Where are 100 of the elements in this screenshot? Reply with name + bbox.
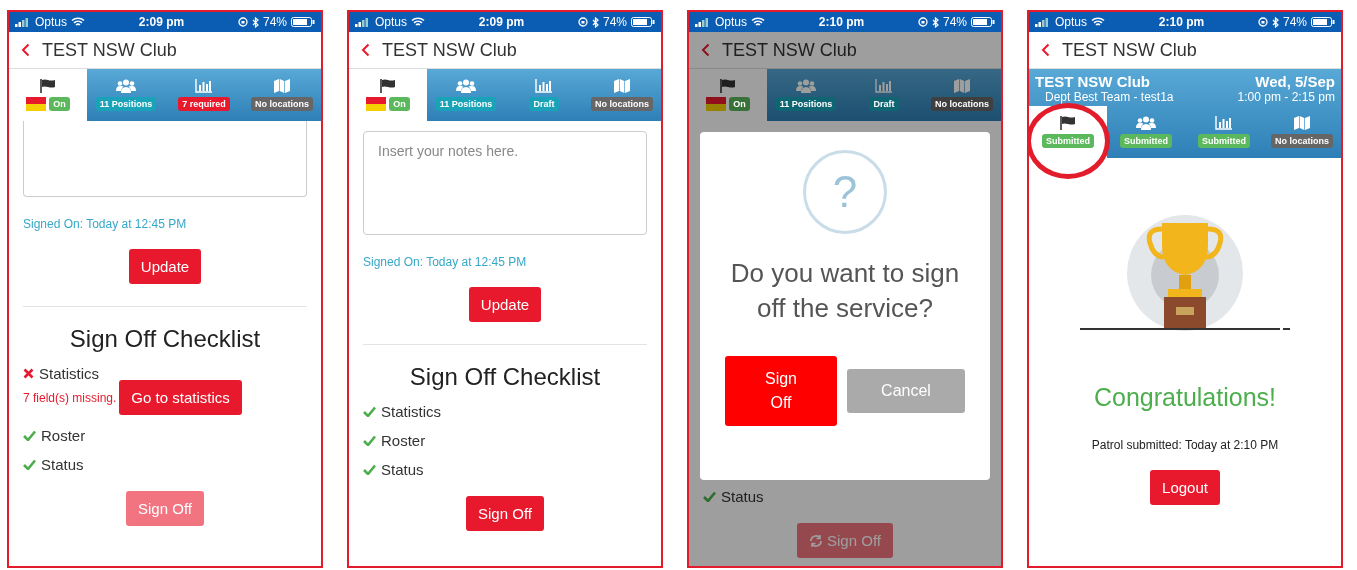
checklist-label: Roster (381, 432, 426, 449)
wifi-icon (1091, 17, 1105, 27)
confirm-button[interactable]: Sign Off (725, 356, 837, 427)
status-badge: No locations (591, 97, 653, 111)
status-badge: On (729, 97, 750, 111)
status-badge: No locations (1271, 134, 1333, 148)
patrol-flag-icon (26, 97, 47, 111)
dialog-message: Do you want to sign off the service? (729, 257, 961, 326)
team-name: Dept Best Team - test1a (1044, 90, 1174, 104)
flag-icon (40, 79, 56, 93)
tab[interactable]: 11 Positions (767, 69, 845, 121)
notes-field[interactable]: Insert your notes here. (363, 131, 647, 235)
patrol-flag-icon (366, 97, 387, 111)
screen-title: TEST NSW Club (722, 39, 857, 61)
battery-icon (631, 17, 655, 27)
checklist-label: Statistics (39, 365, 99, 382)
back-icon[interactable] (701, 43, 710, 57)
flag-icon (1060, 116, 1076, 130)
status-badge: On (389, 97, 410, 111)
tab[interactable]: 7 required (165, 69, 243, 121)
signed-on-text: Signed On: Today at 12:45 PM (23, 217, 188, 231)
battery-percent: 74% (262, 15, 287, 29)
battery-percent: 74% (1282, 15, 1307, 29)
rotation-lock-icon (577, 17, 588, 27)
status-badge: 11 Positions (435, 97, 497, 111)
checklist-label: Roster (41, 427, 86, 444)
battery-percent: 74% (942, 15, 967, 29)
screen-title: TEST NSW Club (382, 39, 517, 61)
tab[interactable]: On (9, 69, 87, 121)
people-icon (796, 79, 816, 93)
status-badge: No locations (931, 97, 993, 111)
club-name: TEST NSW Club (1035, 73, 1150, 90)
carrier-name: Optus (715, 15, 747, 29)
tab[interactable]: No locations (1263, 106, 1341, 158)
map-icon (1294, 116, 1310, 130)
tab[interactable]: No locations (243, 69, 321, 121)
tab[interactable]: Submitted (1107, 106, 1185, 158)
flag-icon (720, 79, 736, 93)
battery-icon (291, 17, 315, 27)
go-to-statistics-button[interactable]: Go to statistics (119, 380, 242, 415)
tab[interactable]: Draft (505, 69, 583, 121)
checklist-label: Status (381, 461, 424, 478)
question-icon: ? (803, 150, 887, 234)
carrier-name: Optus (35, 15, 67, 29)
bluetooth-icon (591, 16, 599, 28)
checklist-label: Statistics (381, 403, 441, 420)
clock-time: 2:09 pm (138, 15, 185, 29)
tab[interactable]: On (349, 69, 427, 121)
section-heading: Sign Off Checklist (68, 325, 262, 353)
map-icon (274, 79, 290, 93)
action-button[interactable]: Logout (1150, 470, 1220, 505)
rotation-lock-icon (1257, 17, 1268, 27)
tab[interactable]: No locations (923, 69, 1001, 121)
action-button[interactable]: Sign Off (466, 496, 544, 531)
signed-on-text: Signed On: Today at 12:45 PM (363, 255, 528, 269)
event-date: Wed, 5/Sep (1255, 73, 1335, 90)
tab[interactable]: 11 Positions (87, 69, 165, 121)
tab[interactable]: Submitted (1185, 106, 1263, 158)
back-icon[interactable] (361, 43, 370, 57)
signal-icon (15, 17, 31, 27)
screen-title: TEST NSW Club (42, 39, 177, 61)
carrier-name: Optus (1055, 15, 1087, 29)
screen-title: TEST NSW Club (1062, 39, 1197, 61)
checklist-label: Status (41, 456, 84, 473)
wifi-icon (751, 17, 765, 27)
clock-time: 2:10 pm (1158, 15, 1205, 29)
map-icon (954, 79, 970, 93)
carrier-name: Optus (375, 15, 407, 29)
status-badge: Draft (529, 97, 559, 111)
tab[interactable]: Draft (845, 69, 923, 121)
wifi-icon (71, 17, 85, 27)
notes-field[interactable] (23, 121, 307, 197)
cancel-button[interactable]: Cancel (847, 369, 965, 414)
status-badge: Submitted (1198, 134, 1250, 148)
rotation-lock-icon (917, 17, 928, 27)
submission-text: Patrol submitted: Today at 2:10 PM (1090, 438, 1280, 452)
wifi-icon (411, 17, 425, 27)
status-badge: Submitted (1120, 134, 1172, 148)
back-icon[interactable] (1041, 43, 1050, 57)
people-icon (1136, 116, 1156, 130)
congratulations-heading: Congratulations! (1092, 383, 1278, 412)
signal-icon (355, 17, 371, 27)
people-icon (116, 79, 136, 93)
event-time: 1:00 pm - 2:15 pm (1236, 90, 1335, 104)
action-button[interactable]: Update (128, 249, 202, 284)
people-icon (456, 79, 476, 93)
status-badge: Submitted (1042, 134, 1094, 148)
tab[interactable]: 11 Positions (427, 69, 505, 121)
action-button[interactable]: Update (468, 287, 542, 322)
signal-icon (1035, 17, 1051, 27)
status-badge: No locations (251, 97, 313, 111)
bluetooth-icon (1271, 16, 1279, 28)
status-badge: 7 required (178, 97, 230, 111)
bar-chart-icon (535, 79, 553, 93)
battery-icon (1311, 17, 1335, 27)
status-badge: Draft (869, 97, 899, 111)
tab[interactable]: No locations (583, 69, 661, 121)
tab[interactable]: On (689, 69, 767, 121)
bar-chart-icon (875, 79, 893, 93)
back-icon[interactable] (21, 43, 30, 57)
